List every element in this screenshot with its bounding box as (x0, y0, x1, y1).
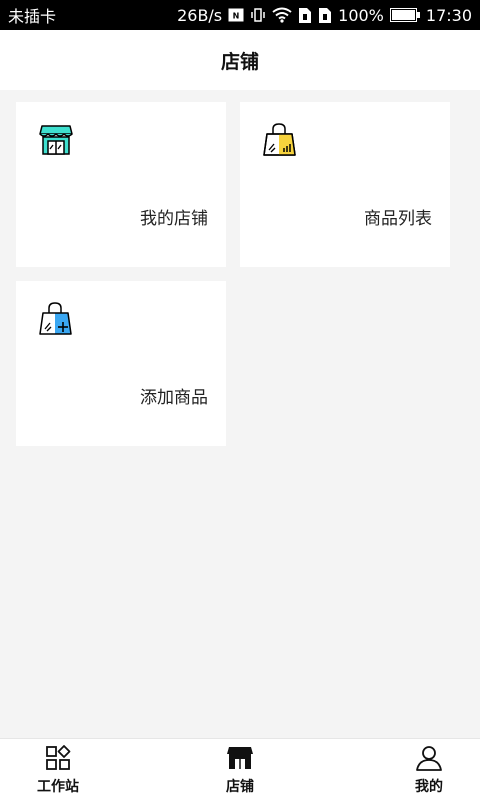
user-icon (415, 744, 443, 772)
tab-workstation[interactable]: 工作站 (18, 739, 98, 800)
wifi-icon (272, 7, 292, 23)
status-right: 26B/s N 100% 17:30 (177, 6, 472, 25)
status-bar: 未插卡 26B/s N 100% 17:30 (0, 0, 480, 30)
tab-store-label: 店铺 (226, 779, 254, 795)
nfc-icon: N (228, 8, 244, 22)
my-store-card[interactable]: 我的店铺 (16, 102, 226, 267)
add-product-card[interactable]: 添加商品 (16, 281, 226, 446)
header: 店铺 (0, 30, 480, 90)
sim2-icon (318, 7, 332, 24)
my-store-label: 我的店铺 (140, 209, 208, 229)
battery-percent: 100% (338, 5, 384, 25)
store-icon (226, 744, 254, 772)
tab-store[interactable]: 店铺 (200, 739, 280, 800)
page-title: 店铺 (220, 50, 259, 73)
shopping-bag-list-icon (262, 122, 298, 158)
svg-text:N: N (233, 12, 240, 21)
grid-shapes-icon (44, 744, 72, 772)
product-list-label: 商品列表 (364, 209, 432, 229)
network-speed: 26B/s (177, 5, 223, 25)
tab-workstation-label: 工作站 (37, 779, 79, 795)
battery-icon (389, 8, 420, 22)
tab-mine[interactable]: 我的 (389, 739, 469, 800)
bottom-tab-bar: 工作站 店铺 我的 (0, 738, 480, 800)
product-list-card[interactable]: 商品列表 (240, 102, 450, 267)
shopping-bag-add-icon (38, 301, 74, 337)
tab-mine-label: 我的 (415, 779, 443, 795)
vibrate-icon (250, 7, 266, 23)
clock: 17:30 (425, 5, 472, 25)
sim1-icon (298, 7, 312, 24)
add-product-label: 添加商品 (140, 388, 208, 408)
store-icon (38, 122, 74, 158)
carrier-text: 未插卡 (8, 7, 57, 26)
